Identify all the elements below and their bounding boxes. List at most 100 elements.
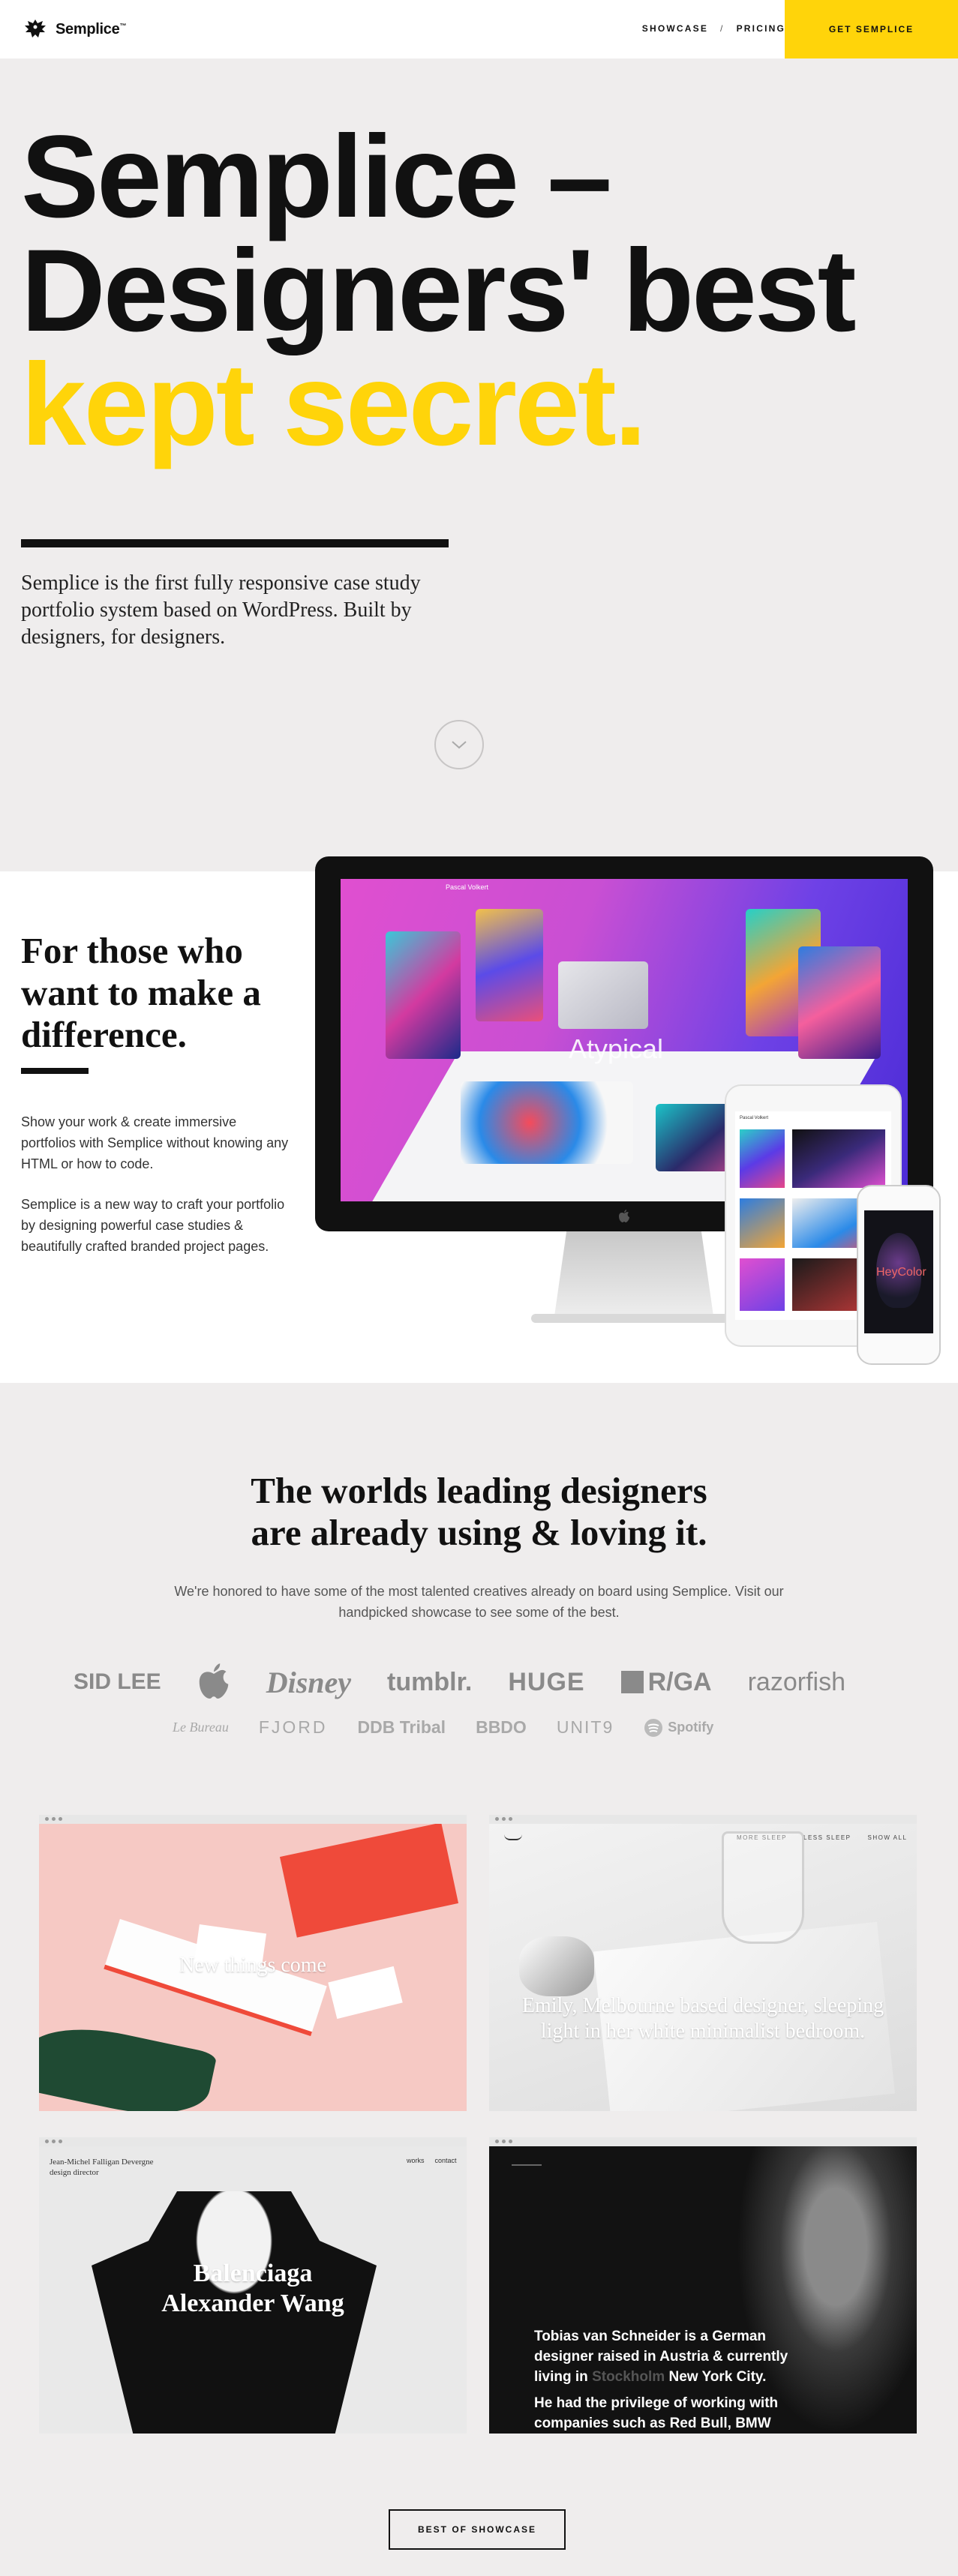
clients-heading: The worlds leading designers are already…: [0, 1470, 958, 1554]
top-nav-bar: Semplice™ SHOWCASE / PRICING GET SEMPLIC…: [0, 0, 958, 58]
browser-bar: [39, 1815, 467, 1824]
get-semplice-button[interactable]: GET SEMPLICE: [785, 0, 958, 58]
mountain-logo-icon: [512, 2164, 542, 2172]
hero-intro: Semplice is the first fully responsive c…: [21, 571, 421, 649]
features-divider: [21, 1068, 89, 1074]
screen-artwork-6: [461, 1081, 633, 1164]
hero-divider: [21, 539, 449, 547]
browser-bar: [39, 2137, 467, 2146]
disney-logo: Disney: [266, 1665, 352, 1699]
screen-title: Atypical: [569, 1033, 664, 1064]
features-paragraph-2: Semplice is a new way to craft your port…: [21, 1197, 285, 1254]
card-1-image: New things come: [39, 1824, 467, 2111]
browser-bar: [489, 1815, 917, 1824]
apple-logo-icon: [199, 1663, 228, 1699]
features-heading: For those who want to make a difference.: [21, 930, 261, 1055]
best-of-showcase-button[interactable]: BEST OF SHOWCASE: [389, 2509, 566, 2550]
screen-site-name: Pascal Volkert: [446, 883, 489, 891]
ipad-thumb-1: [740, 1129, 785, 1188]
ipad-site-name: Pascal Volkert: [740, 1116, 769, 1120]
eyelash-logo-icon: [504, 1834, 522, 1840]
client-logos-row-2: Le Bureau FJORD DDB Tribal BBDO UNIT9 Sp…: [173, 1717, 713, 1738]
browser-bar: [489, 2137, 917, 2146]
card-4-city-1[interactable]: Stockholm: [592, 2369, 665, 2385]
huge-logo: HUGE: [508, 1667, 585, 1696]
screen-artwork-5: [798, 946, 881, 1059]
screen-artwork-1: [386, 931, 461, 1059]
hero-line-1: Semplice –: [21, 112, 612, 242]
window-dots: [495, 1817, 512, 1821]
card-3-nav-item[interactable]: contact: [435, 2157, 457, 2164]
ipad-thumb-5: [740, 1258, 785, 1311]
clients-text-body: We're honored to have some of the most t…: [174, 1584, 784, 1620]
nav-showcase-link[interactable]: SHOWCASE: [642, 23, 708, 34]
phone-screen-label: HeyColor: [876, 1266, 926, 1279]
logo-wordmark: Semplice™: [56, 20, 127, 37]
rga-square-icon: [620, 1671, 644, 1693]
red-pouch: [279, 1824, 459, 1938]
client-logos-row-1: SID LEE Disney tumblr. HUGE R/GA razorfi…: [74, 1663, 845, 1701]
card-3-nav-item[interactable]: works: [407, 2157, 425, 2164]
clients-heading-line-2: are already using & loving it.: [251, 1512, 707, 1553]
card-4-bio-text-2: He had the privilege of working with com…: [534, 2395, 779, 2431]
card-3-nav: works contact: [407, 2157, 457, 2164]
card-2-caption-text: Emily, Melbourne based designer, sleepin…: [521, 1994, 884, 2043]
card-4-city-2[interactable]: New York City.: [668, 2369, 766, 2385]
imac-stand: [554, 1231, 714, 1321]
main-nav: SHOWCASE / PRICING: [642, 23, 785, 34]
chevron-down-icon: [452, 741, 467, 749]
card-4-image: Tobias van Schneider is a German designe…: [489, 2146, 917, 2434]
card-3-image: Jean-Michel Falligan Devergne design dir…: [39, 2146, 467, 2434]
sid-lee-logo: SID LEE: [74, 1669, 161, 1694]
clients-heading-line-1: The worlds leading designers: [251, 1470, 707, 1511]
rga-logo-text: R/GA: [647, 1667, 712, 1696]
bbdo-logo: BBDO: [476, 1717, 527, 1737]
nav-pricing-link[interactable]: PRICING: [737, 23, 785, 34]
card-3-credit: Jean-Michel Falligan Devergne design dir…: [50, 2157, 153, 2178]
showcase-card-1[interactable]: New things come: [39, 1815, 467, 2111]
nav-separator: /: [720, 23, 725, 34]
screen-artwork-2: [476, 909, 543, 1021]
eagle-logo-icon: [25, 19, 46, 37]
window-dots: [45, 2140, 62, 2143]
card-2-nav-item[interactable]: SHOW ALL: [868, 1834, 908, 1841]
card-3-caption-line-2: Alexander Wang: [161, 2290, 344, 2317]
home-logo[interactable]: Semplice™: [23, 16, 126, 42]
unit9-logo: UNIT9: [556, 1717, 614, 1737]
hero-line-2: Designers' best: [21, 226, 857, 356]
scroll-down-button[interactable]: [434, 720, 484, 769]
card-2-caption: Emily, Melbourne based designer, sleepin…: [489, 1993, 917, 2044]
features-paragraph-1: Show your work & create immersive portfo…: [21, 1114, 289, 1171]
rga-logo: R/GA: [620, 1667, 712, 1697]
le-bureau-logo: Le Bureau: [173, 1720, 229, 1735]
spotify-logo-text: Spotify: [668, 1720, 714, 1735]
showcase-card-2[interactable]: MORE SLEEP LESS SLEEP SHOW ALL Emily, Me…: [489, 1815, 917, 2111]
card-1-caption: New things come: [179, 1954, 326, 1977]
window-dots: [495, 2140, 512, 2143]
card-2-nav-item[interactable]: LESS SLEEP: [803, 1834, 851, 1841]
showcase-card-4[interactable]: Tobias van Schneider is a German designe…: [489, 2137, 917, 2434]
window-dots: [45, 1817, 62, 1821]
card-4-bio: Tobias van Schneider is a German designe…: [534, 2326, 819, 2434]
fjord-logo: FJORD: [258, 1717, 328, 1737]
showcase-card-3[interactable]: Jean-Michel Falligan Devergne design dir…: [39, 2137, 467, 2434]
spotify-icon: [644, 1718, 663, 1737]
card-2-image: MORE SLEEP LESS SLEEP SHOW ALL Emily, Me…: [489, 1824, 917, 2111]
razorfish-logo: razorfish: [747, 1667, 845, 1696]
card-3-designer-name: Jean-Michel Falligan Devergne: [50, 2158, 154, 2167]
apple-icon: [619, 1210, 629, 1222]
water-glass: [722, 1831, 804, 1944]
ddb-tribal-logo: DDB Tribal: [357, 1717, 446, 1737]
card-3-caption: Balenciaga Alexander Wang: [39, 2259, 467, 2319]
clients-text: We're honored to have some of the most t…: [0, 1581, 958, 1623]
green-leaf: [39, 2015, 218, 2111]
spotify-logo: Spotify: [644, 1718, 713, 1738]
screen-artwork-3: [558, 961, 648, 1029]
hero-headline: Semplice – Designers' best kept secret.: [21, 112, 857, 470]
card-3-caption-line-1: Balenciaga: [193, 2260, 313, 2287]
hero-line-3: kept secret.: [21, 340, 647, 470]
tumblr-logo: tumblr.: [387, 1667, 473, 1696]
ipad-thumb-2: [792, 1129, 885, 1188]
imac-stand-base: [531, 1314, 737, 1323]
ipad-thumb-3: [740, 1198, 785, 1248]
